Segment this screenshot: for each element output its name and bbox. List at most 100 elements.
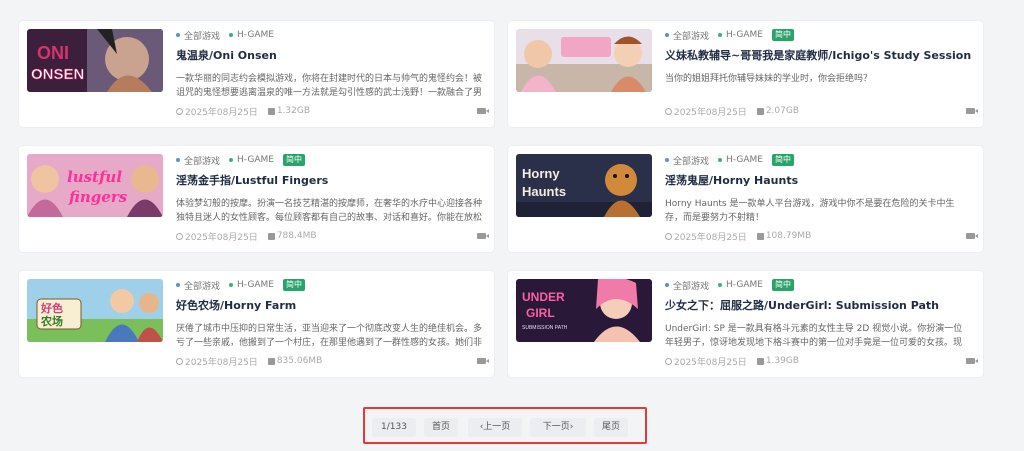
card-meta: 全部游戏 H-GAME 简中 — [665, 153, 971, 167]
genre-link[interactable]: H-GAME — [237, 280, 274, 290]
clock-icon — [176, 107, 183, 115]
video-icon — [477, 358, 489, 364]
file-size: 1.39GB — [765, 356, 799, 366]
clock-icon — [665, 232, 672, 240]
category-dot-icon — [665, 33, 669, 37]
game-thumbnail[interactable]: 好色 农场 — [27, 279, 163, 342]
game-description: UnderGirl: SP 是一款具有格斗元素的女性主导 2D 视觉小说。你扮演… — [665, 324, 963, 348]
post-date: 2025年08月25日 — [185, 232, 258, 243]
next-page-button[interactable]: 下一页› — [530, 418, 586, 437]
file-size: 788.4MB — [276, 231, 317, 241]
category-link[interactable]: 全部游戏 — [184, 279, 220, 292]
genre-link[interactable]: H-GAME — [726, 30, 763, 40]
card-footer: 2025年08月25日 788.4MB — [176, 230, 489, 243]
category-link[interactable]: 全部游戏 — [184, 154, 220, 167]
game-thumbnail[interactable]: UNDER GIRL SUBMISSION PATH — [516, 279, 652, 342]
video-icon — [966, 108, 978, 114]
card-footer: 2025年08月25日 835.06MB — [176, 355, 489, 368]
category-link[interactable]: 全部游戏 — [673, 29, 709, 42]
cover-image: UNDER GIRL SUBMISSION PATH — [516, 279, 652, 342]
game-description: 当你的姐姐拜托你辅导妹妹的学业时，你会拒绝吗？ — [665, 74, 873, 84]
genre-link[interactable]: H-GAME — [237, 30, 274, 40]
card-meta: 全部游戏 H-GAME — [176, 28, 482, 42]
category-dot-icon — [176, 283, 180, 287]
cover-text: SUBMISSION PATH — [522, 325, 568, 331]
prev-page-label: 上一页 — [483, 422, 511, 432]
disk-icon — [267, 232, 275, 240]
game-card[interactable]: Horny Haunts 全部游戏 H-GAME 简中 淫荡鬼屋/Horny H… — [508, 146, 983, 252]
video-icon — [477, 233, 489, 239]
genre-link[interactable]: H-GAME — [726, 280, 763, 290]
file-size: 1.32GB — [276, 106, 310, 116]
cover-image — [516, 29, 652, 92]
card-footer: 2025年08月25日 108.79MB — [665, 230, 978, 243]
game-title[interactable]: 淫荡金手指/Lustful Fingers — [176, 172, 482, 188]
game-card[interactable]: UNDER GIRL SUBMISSION PATH 全部游戏 H-GAME 简… — [508, 271, 983, 377]
game-card[interactable]: ONI ONSEN 全部游戏 H-GAME 鬼温泉/Oni Onsen 一款华丽… — [19, 21, 494, 127]
video-icon — [477, 108, 489, 114]
video-icon — [966, 233, 978, 239]
post-date: 2025年08月25日 — [185, 357, 258, 368]
category-link[interactable]: 全部游戏 — [673, 279, 709, 292]
post-date: 2025年08月25日 — [674, 107, 747, 118]
category-dot-icon — [665, 283, 669, 287]
game-card[interactable]: lustful fingers 全部游戏 H-GAME 简中 淫荡金手指/Lus… — [19, 146, 494, 252]
category-dot-icon — [665, 158, 669, 162]
cover-text: UNDER — [522, 290, 565, 304]
cover-text: Horny — [522, 166, 560, 181]
game-card[interactable]: 全部游戏 H-GAME 简中 义妹私教辅导~哥哥我是家庭教师/Ichigo's … — [508, 21, 983, 127]
clock-icon — [176, 357, 183, 365]
card-meta: 全部游戏 H-GAME 简中 — [665, 28, 971, 42]
game-description: 厌倦了城市中压抑的日常生活，亚当迎来了一个彻底改变人生的绝佳机会。多亏了一些亲戚… — [176, 324, 482, 348]
genre-dot-icon — [718, 158, 723, 162]
post-date: 2025年08月25日 — [674, 357, 747, 368]
game-title[interactable]: 义妹私教辅导~哥哥我是家庭教师/Ichigo's Study Sessions — [665, 47, 971, 63]
genre-dot-icon — [229, 283, 234, 287]
card-meta: 全部游戏 H-GAME 简中 — [176, 278, 482, 292]
game-thumbnail[interactable]: lustful fingers — [27, 154, 163, 217]
game-description: 体验梦幻般的按摩。扮演一名技艺精湛的按摩师，在奢华的水疗中心迎接各种独特且迷人的… — [176, 199, 482, 223]
disk-icon — [756, 357, 764, 365]
disk-icon — [756, 107, 764, 115]
next-page-label: 下一页 — [542, 422, 570, 432]
page-indicator: 1/133 — [372, 418, 416, 437]
game-title[interactable]: 淫荡鬼屋/Horny Haunts — [665, 172, 971, 188]
game-card[interactable]: 好色 农场 全部游戏 H-GAME 简中 好色农场/Horny Farm 厌倦了… — [19, 271, 494, 377]
category-dot-icon — [176, 158, 180, 162]
file-size: 2.07GB — [765, 106, 799, 116]
category-link[interactable]: 全部游戏 — [673, 154, 709, 167]
post-date: 2025年08月25日 — [185, 107, 258, 118]
genre-dot-icon — [718, 33, 723, 37]
first-page-button[interactable]: 首页 — [424, 418, 458, 437]
prev-page-button[interactable]: ‹上一页 — [468, 418, 522, 437]
game-title[interactable]: 鬼温泉/Oni Onsen — [176, 47, 482, 63]
game-title[interactable]: 好色农场/Horny Farm — [176, 297, 482, 313]
cover-image: 好色 农场 — [27, 279, 163, 342]
genre-link[interactable]: H-GAME — [726, 155, 763, 165]
game-thumbnail[interactable] — [516, 29, 652, 92]
card-footer: 2025年08月25日 1.39GB — [665, 355, 978, 368]
genre-dot-icon — [229, 33, 234, 37]
pagination: 1/133 首页 ‹上一页 下一页› 尾页 — [363, 407, 647, 444]
game-title[interactable]: 少女之下：屈服之路/UnderGirl: Submission Path — [665, 297, 971, 313]
cover-text: Haunts — [522, 184, 566, 199]
game-thumbnail[interactable]: ONI ONSEN — [27, 29, 163, 92]
disk-icon — [267, 107, 275, 115]
category-link[interactable]: 全部游戏 — [184, 29, 220, 42]
video-icon — [966, 358, 978, 364]
cover-image: lustful fingers — [27, 154, 163, 217]
genre-dot-icon — [229, 158, 234, 162]
game-description: Horny Haunts 是一款单人平台游戏，游戏中你不是要在危险的关卡中生存，… — [665, 199, 955, 223]
post-date: 2025年08月25日 — [674, 232, 747, 243]
cover-image: ONI ONSEN — [27, 29, 163, 92]
disk-icon — [267, 357, 275, 365]
cover-text: GIRL — [526, 306, 555, 320]
chevron-right-icon: › — [569, 422, 574, 432]
genre-link[interactable]: H-GAME — [237, 155, 274, 165]
genre-dot-icon — [718, 283, 723, 287]
cover-text: ONSEN — [31, 66, 84, 83]
game-thumbnail[interactable]: Horny Haunts — [516, 154, 652, 217]
last-page-button[interactable]: 尾页 — [594, 418, 628, 437]
language-badge: 简中 — [282, 154, 305, 166]
language-badge: 简中 — [771, 279, 794, 291]
